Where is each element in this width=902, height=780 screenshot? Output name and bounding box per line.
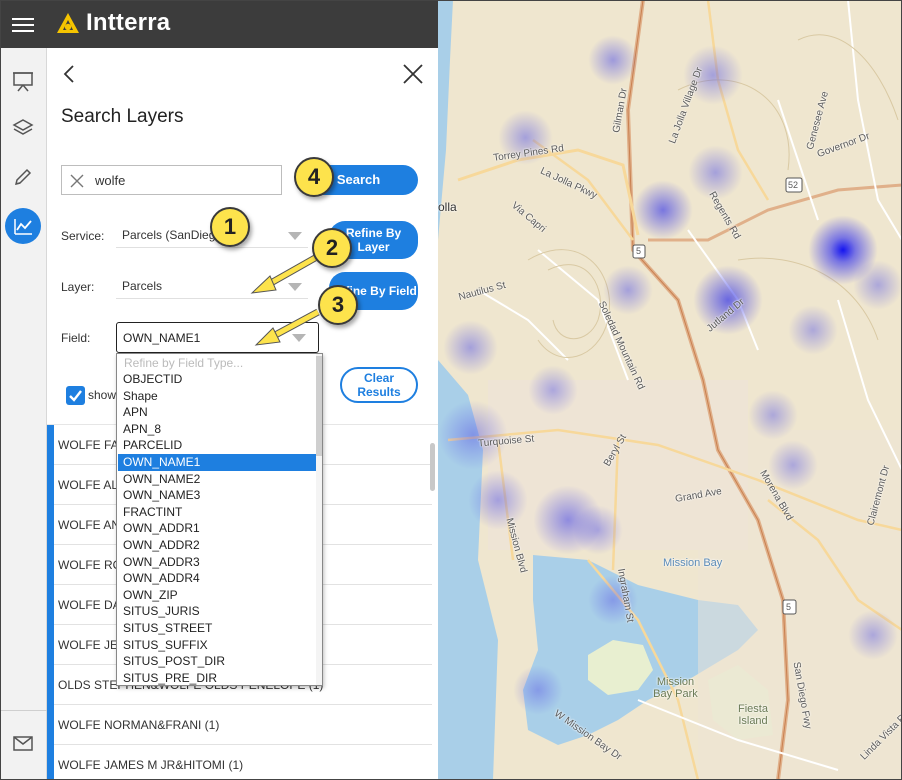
dropdown-option[interactable]: PARCELID: [118, 437, 316, 454]
chevron-down-icon: [288, 232, 302, 240]
back-arrow-icon[interactable]: [59, 64, 79, 84]
clear-search-icon[interactable]: [69, 173, 85, 189]
search-field[interactable]: [61, 165, 282, 195]
field-select-value: OWN_NAME1: [123, 331, 201, 345]
callout-badge-3: 3: [318, 285, 358, 325]
service-label: Service:: [61, 229, 105, 243]
field-dropdown-list[interactable]: Refine by Field Type... OBJECTID Shape A…: [116, 353, 323, 686]
dropdown-option[interactable]: Shape: [118, 388, 316, 405]
dropdown-option[interactable]: SITUS_SUFFIX: [118, 637, 316, 654]
dropdown-filter-placeholder[interactable]: Refine by Field Type...: [124, 356, 243, 370]
hamburger-menu-icon[interactable]: [12, 14, 34, 34]
layer-select[interactable]: Parcels: [116, 275, 308, 299]
map-shield-label: 52: [788, 180, 799, 190]
intterra-logo-icon: [57, 13, 79, 33]
result-item[interactable]: WOLFE JAMES M JR&HITOMI (1): [54, 745, 432, 780]
analytics-icon[interactable]: [5, 208, 41, 244]
dropdown-option[interactable]: OBJECTID: [118, 371, 316, 388]
presentation-icon[interactable]: [4, 62, 42, 100]
map-water-label: Fiesta Island: [738, 703, 768, 727]
dropdown-scroll-thumb[interactable]: [316, 356, 322, 456]
dropdown-scrollbar[interactable]: [316, 354, 322, 685]
callout-badge-4: 4: [294, 157, 334, 197]
map-water-label: Mission Bay Park: [653, 676, 698, 700]
chevron-down-icon: [288, 283, 302, 291]
left-toolbar: [0, 48, 47, 780]
search-layers-panel: Search Layers Search Service: Parcels (S…: [47, 48, 438, 780]
show-checkbox-label: show: [88, 388, 117, 402]
dropdown-option[interactable]: OWN_NAME2: [118, 471, 316, 488]
close-icon[interactable]: [401, 62, 425, 86]
dropdown-option-selected[interactable]: OWN_NAME1: [118, 454, 316, 471]
panel-title: Search Layers: [61, 106, 184, 127]
rail-divider: [0, 710, 47, 711]
callout-badge-1: 1: [210, 207, 250, 247]
app-header: Intterra: [0, 0, 438, 48]
search-input[interactable]: [93, 169, 273, 191]
map-shield-label: 5: [636, 246, 642, 256]
dropdown-option[interactable]: OWN_ADDR1: [118, 520, 316, 537]
map-water-label: Mission Bay: [663, 557, 723, 569]
dropdown-option[interactable]: OWN_ADDR3: [118, 554, 316, 571]
results-accent-bar: [47, 425, 54, 780]
dropdown-option[interactable]: APN_8: [118, 421, 316, 438]
map-view[interactable]: Torrey Pines Rd La Jolla Pkwy Via Capri …: [438, 0, 902, 780]
pencil-icon[interactable]: [4, 158, 42, 196]
layers-icon[interactable]: [4, 109, 42, 147]
dropdown-option[interactable]: APN: [118, 404, 316, 421]
dropdown-option[interactable]: OWN_ADDR2: [118, 537, 316, 554]
map-base: [438, 0, 902, 780]
dropdown-option[interactable]: SITUS_STREET: [118, 620, 316, 637]
chevron-down-icon: [292, 334, 306, 342]
layer-select-value: Parcels: [122, 279, 163, 293]
mail-icon[interactable]: [4, 724, 42, 762]
results-scrollbar[interactable]: [430, 443, 435, 491]
dropdown-option[interactable]: SITUS_PRE_DIR: [118, 670, 316, 685]
layer-label: Layer:: [61, 280, 95, 294]
dropdown-option[interactable]: OWN_ADDR4: [118, 570, 316, 587]
dropdown-option[interactable]: FRACTINT: [118, 504, 316, 521]
show-checkbox[interactable]: [66, 386, 85, 405]
dropdown-option[interactable]: OWN_ZIP: [118, 587, 316, 604]
field-label: Field:: [61, 331, 91, 345]
clear-results-button[interactable]: Clear Results: [340, 367, 418, 403]
dropdown-option[interactable]: SITUS_POST_DIR: [118, 653, 316, 670]
result-item[interactable]: WOLFE NORMAN&FRANI (1): [54, 705, 432, 745]
checkmark-icon: [69, 390, 82, 402]
field-select[interactable]: OWN_NAME1: [116, 322, 319, 353]
dropdown-option[interactable]: SITUS_JURIS: [118, 603, 316, 620]
map-shield-label: 5: [786, 602, 792, 612]
callout-badge-2: 2: [312, 228, 352, 268]
app-title: Intterra: [86, 9, 171, 36]
dropdown-option[interactable]: OWN_NAME3: [118, 487, 316, 504]
map-place-label: olla: [438, 200, 457, 214]
